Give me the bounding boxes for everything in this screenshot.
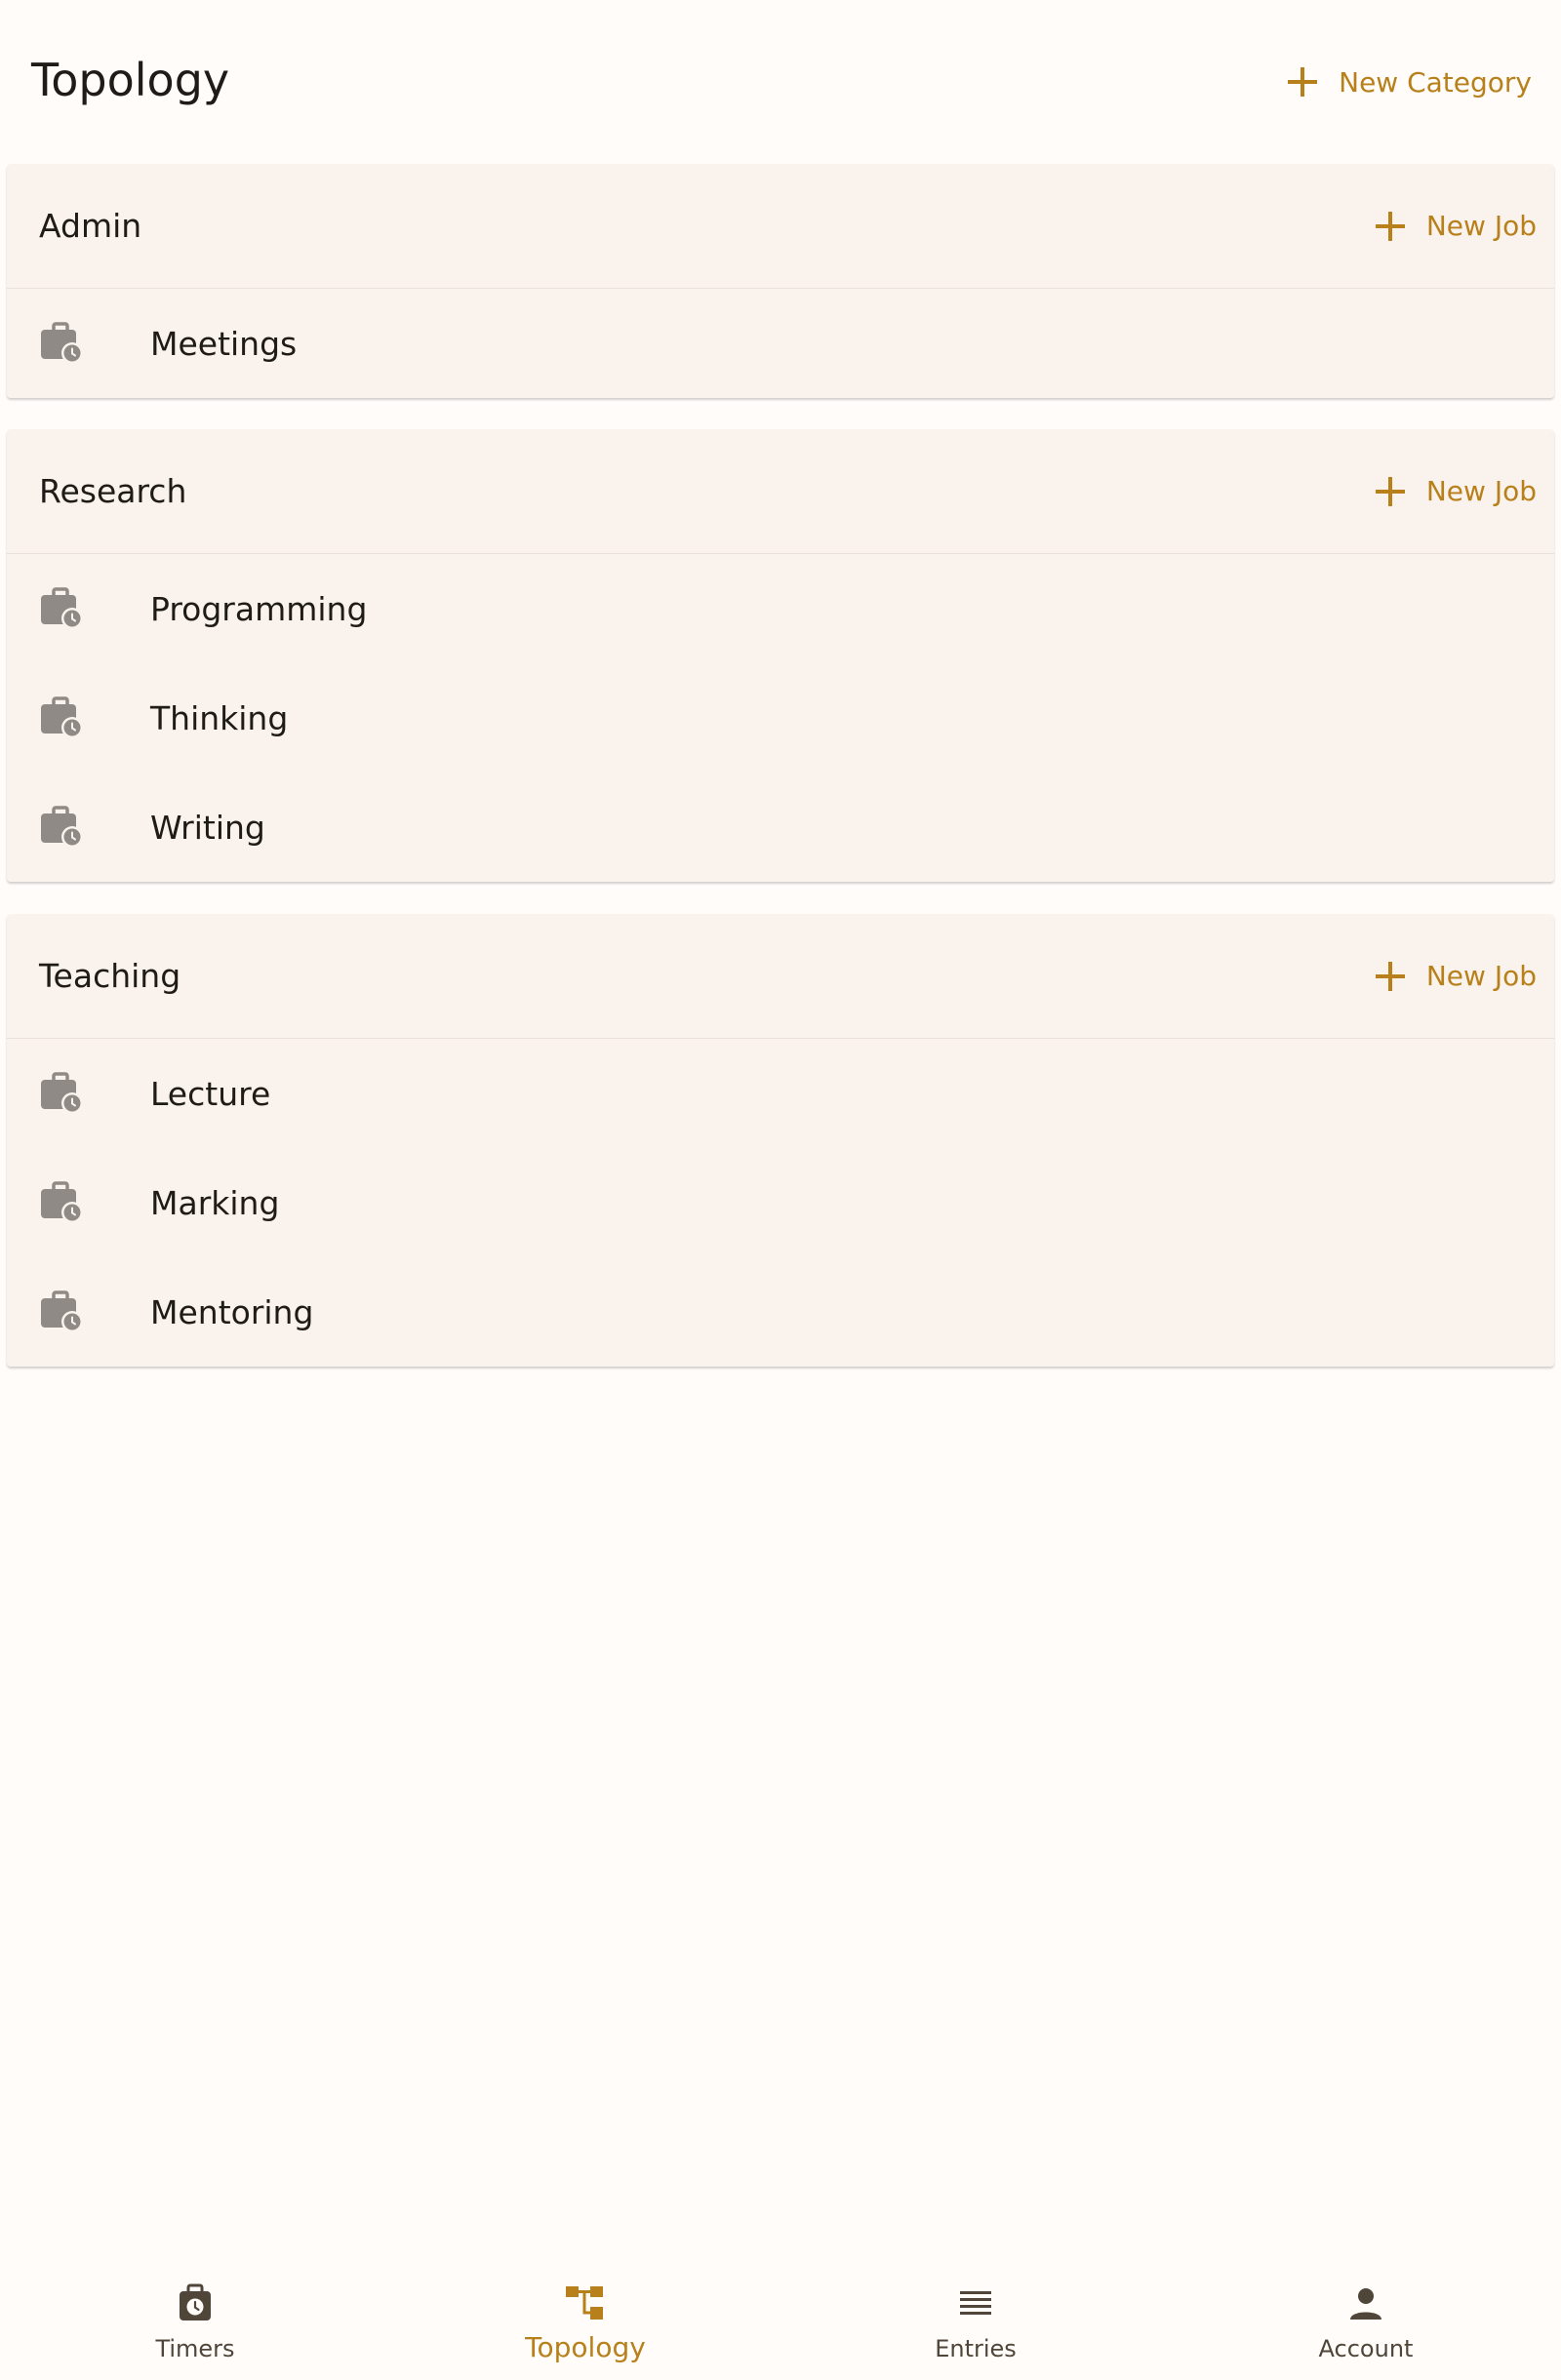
job-label: Writing — [150, 808, 265, 847]
new-job-button[interactable]: New Job — [1362, 200, 1550, 252]
nav-item-account[interactable]: Account — [1171, 2259, 1561, 2380]
work-timer-icon — [39, 587, 85, 631]
new-job-label: New Job — [1425, 210, 1537, 242]
work-timer-icon — [39, 1072, 85, 1116]
category-card-admin: Admin New Job Meetings — [7, 164, 1554, 398]
category-header: Research New Job — [7, 429, 1554, 554]
job-label: Programming — [150, 589, 368, 628]
nav-label: Account — [1318, 2335, 1414, 2362]
person-icon — [1350, 2288, 1381, 2320]
nav-item-timers[interactable]: Timers — [0, 2259, 390, 2380]
job-row-marking[interactable]: Marking — [7, 1148, 1554, 1257]
category-name: Research — [39, 472, 187, 510]
bottom-navigation: Timers Topology Entries Account — [0, 2259, 1561, 2380]
nav-item-entries[interactable]: Entries — [780, 2259, 1171, 2380]
plus-icon — [1375, 211, 1405, 241]
category-card-teaching: Teaching New Job Lecture Marking Mentori… — [7, 914, 1554, 1367]
new-category-button[interactable]: New Category — [1274, 57, 1545, 108]
plus-icon — [1375, 961, 1405, 991]
work-timer-icon — [39, 696, 85, 740]
category-name: Admin — [39, 207, 142, 245]
category-name: Teaching — [39, 957, 181, 995]
new-job-label: New Job — [1425, 475, 1537, 507]
page-title: Topology — [31, 54, 230, 106]
new-job-label: New Job — [1425, 960, 1537, 992]
list-icon — [960, 2291, 991, 2315]
new-job-button[interactable]: New Job — [1362, 465, 1550, 517]
work-timer-icon — [39, 806, 85, 850]
job-label: Mentoring — [150, 1292, 314, 1331]
job-label: Thinking — [150, 698, 289, 737]
work-timer-icon — [39, 322, 85, 366]
plus-icon — [1375, 476, 1405, 506]
nav-item-topology[interactable]: Topology — [390, 2259, 780, 2380]
new-category-label: New Category — [1339, 65, 1532, 99]
topology-icon — [566, 2286, 603, 2320]
job-row-programming[interactable]: Programming — [7, 554, 1554, 663]
job-label: Lecture — [150, 1074, 271, 1113]
work-timer-icon — [39, 1290, 85, 1334]
timer-bag-icon — [180, 2283, 211, 2320]
job-row-mentoring[interactable]: Mentoring — [7, 1257, 1554, 1367]
work-timer-icon — [39, 1181, 85, 1225]
nav-label: Timers — [155, 2335, 235, 2362]
top-app-bar: Topology New Category — [0, 0, 1561, 164]
job-label: Meetings — [150, 324, 298, 363]
job-row-meetings[interactable]: Meetings — [7, 289, 1554, 398]
app-root: Topology New Category Admin New Job Meet… — [0, 0, 1561, 2380]
category-header: Admin New Job — [7, 164, 1554, 289]
category-card-research: Research New Job Programming Thinking Wr… — [7, 429, 1554, 882]
job-row-writing[interactable]: Writing — [7, 773, 1554, 882]
category-header: Teaching New Job — [7, 914, 1554, 1039]
job-row-lecture[interactable]: Lecture — [7, 1039, 1554, 1148]
nav-label: Topology — [525, 2331, 646, 2363]
plus-icon — [1288, 67, 1318, 97]
nav-label: Entries — [935, 2335, 1017, 2362]
job-label: Marking — [150, 1183, 280, 1222]
job-row-thinking[interactable]: Thinking — [7, 663, 1554, 773]
new-job-button[interactable]: New Job — [1362, 950, 1550, 1002]
